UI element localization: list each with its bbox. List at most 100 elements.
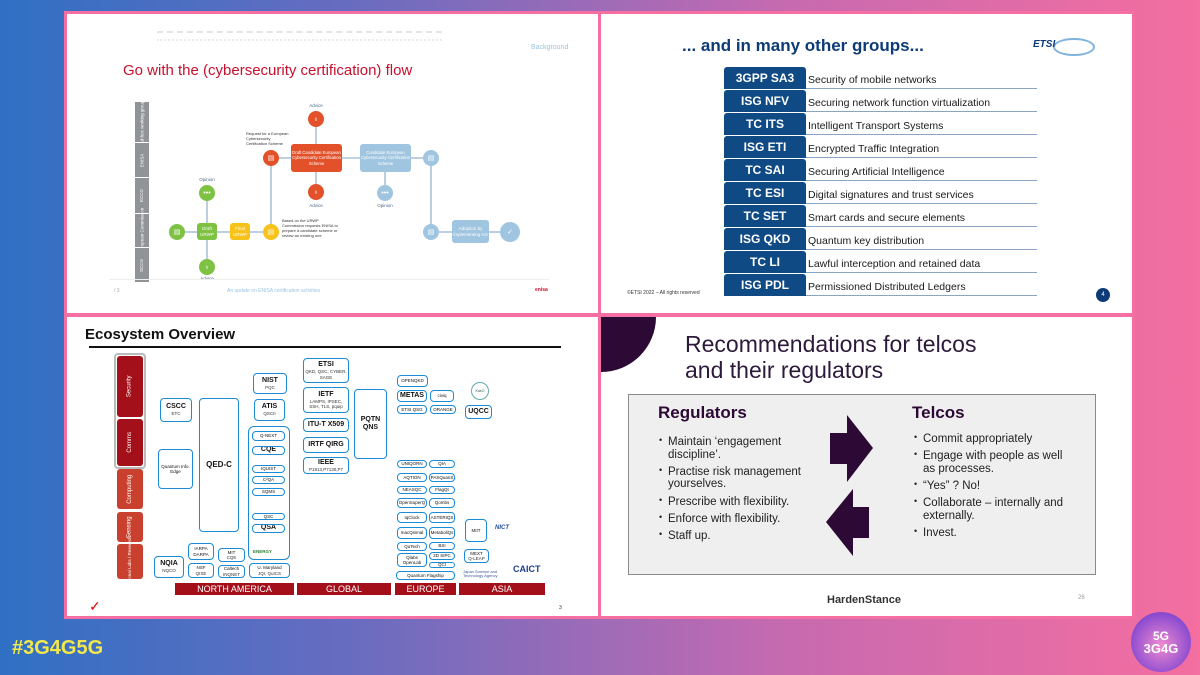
lightbulb-icon: ♁ bbox=[308, 184, 324, 200]
list-item: Maintain ‘engagement discipline’. bbox=[659, 436, 819, 461]
3g4g-logo: 5G 3G4G bbox=[1131, 612, 1191, 672]
org-name: QSC bbox=[263, 513, 274, 519]
org-subgroups: QSCII bbox=[263, 411, 276, 417]
group-description: Securing network function virtualization bbox=[808, 97, 991, 109]
page-number: 26 bbox=[1078, 595, 1085, 601]
org-name: MetaboliQs bbox=[430, 530, 454, 536]
group-code: ISG QKD bbox=[724, 228, 806, 250]
org-subgroups: QISE bbox=[195, 570, 207, 576]
group-description: Intelligent Transport Systems bbox=[808, 120, 944, 132]
org-box-uniqorn: UNIQORN bbox=[397, 460, 427, 468]
advice-label: Advice bbox=[309, 103, 323, 108]
org-box-etsiqsg: ETSI QSG bbox=[397, 405, 427, 414]
request-text: Request for a European Cybersecurity Cer… bbox=[246, 131, 289, 146]
org-box-qia: QIA bbox=[429, 460, 455, 468]
lightbulb-icon: ♁ bbox=[199, 259, 215, 275]
vodafone-check-logo: ✓ bbox=[89, 598, 101, 614]
org-name: ETSI bbox=[318, 361, 334, 369]
org-subgroups: JQI, QuICS bbox=[257, 570, 281, 576]
speech-bubble-icon: ••• bbox=[199, 185, 215, 201]
org-box-cscc: CSCC ETC bbox=[160, 398, 192, 422]
org-box-nsf: NSF QISE bbox=[188, 563, 214, 578]
group-code: 3GPP SA3 bbox=[724, 67, 806, 89]
org-name: ORANGE bbox=[433, 406, 453, 412]
org-name: METAS bbox=[400, 391, 424, 399]
document-icon: ▤ bbox=[263, 224, 279, 240]
brand-top: 5G bbox=[1152, 628, 1169, 643]
org-box-qutech: QuTech bbox=[397, 542, 427, 551]
org-name: Quantum Info. Edge bbox=[161, 463, 190, 474]
org-name: UNIQORN bbox=[401, 461, 423, 467]
list-item: Commit appropriately bbox=[914, 433, 1064, 446]
energy-logo: ENERGY bbox=[253, 549, 273, 554]
org-name: macQsimal bbox=[400, 530, 424, 536]
hashtag: #3G4G5G bbox=[12, 637, 104, 659]
group-code: TC LI bbox=[724, 251, 806, 273]
org-subgroups: CQE bbox=[226, 555, 237, 560]
org-box-openlab: Qlabs OpenLab bbox=[397, 553, 427, 567]
enisa-logo: enisa bbox=[535, 287, 548, 293]
corner-decoration bbox=[601, 317, 656, 372]
org-box-iarpa: IARPA DARPA bbox=[188, 543, 214, 560]
org-name: PASQuanS bbox=[430, 474, 454, 480]
org-name: QED-C bbox=[206, 460, 232, 470]
org-name: Quantum Flagship bbox=[407, 572, 444, 578]
org-box-sipc: 2D SIPC bbox=[429, 552, 455, 560]
org-name: UQCC bbox=[468, 407, 489, 415]
exchange-arrows-icon bbox=[826, 415, 873, 556]
org-box-atis: ATIS QSCII bbox=[254, 399, 285, 421]
footer-text: An update on ENISA certification activit… bbox=[227, 288, 321, 294]
org-name: QCI bbox=[437, 562, 446, 568]
org-name: 2D SIPC bbox=[433, 553, 451, 559]
org-name: IRTF QIRG bbox=[308, 440, 344, 448]
telcos-list: Commit appropriately Engage with people … bbox=[914, 433, 1064, 544]
list-item: Invest. bbox=[914, 527, 1064, 540]
org-box-nqia: NQIA NQCO bbox=[154, 556, 184, 578]
left-arrow-icon bbox=[826, 489, 869, 556]
category-comms: Comms bbox=[117, 419, 143, 466]
region-asia: ASIA bbox=[459, 583, 545, 595]
org-box-orange: ORANGE bbox=[430, 405, 456, 414]
regulators-heading: Regulators bbox=[658, 403, 747, 422]
title-rule bbox=[89, 346, 561, 348]
group-description: Encrypted Traffic Integration bbox=[808, 143, 940, 155]
regulators-list: Maintain ‘engagement discipline’. Practi… bbox=[659, 436, 819, 547]
advice-label: Advice bbox=[309, 203, 323, 208]
org-subgroups: NQCO bbox=[162, 568, 176, 574]
group-row: ISG PDL Permissioned Distributed Ledgers bbox=[724, 274, 1037, 296]
org-box-iqclock: IqClock bbox=[397, 512, 427, 523]
group-description: Quantum key distribution bbox=[808, 235, 925, 247]
org-name: NEASQC bbox=[402, 487, 422, 493]
org-box-civiq: civiq bbox=[430, 390, 454, 402]
draft-candidate-box: Draft Candidate European Cybersecurity C… bbox=[291, 144, 342, 172]
org-name: civiq bbox=[437, 393, 447, 399]
group-description: Permissioned Distributed Ledgers bbox=[808, 281, 966, 293]
brand-bottom: 3G4G bbox=[1143, 640, 1179, 656]
org-name: FlagQt bbox=[435, 487, 449, 493]
org-box-cqe: CQE bbox=[252, 446, 285, 455]
group-description: Digital signatures and trust services bbox=[808, 189, 974, 201]
final-urwp-box: Final URWP bbox=[230, 223, 250, 240]
copyright: ©ETSI 2022 – All rights reserved bbox=[627, 290, 700, 296]
org-name: ATIS bbox=[261, 403, 278, 411]
org-box-qci: QCI bbox=[429, 562, 455, 568]
nict-logo: NICT bbox=[495, 525, 509, 531]
org-box-aqtion: AQTION bbox=[397, 473, 427, 482]
org-box-miit: MIIT bbox=[465, 519, 487, 542]
org-name: IqClock bbox=[404, 514, 420, 520]
org-name: QIA bbox=[438, 461, 446, 467]
org-subgroups: LAMPS, IPSEC, SSH, TLS, pquip bbox=[309, 398, 343, 410]
org-box-ietf: IETF LAMPS, IPSEC, SSH, TLS, pquip bbox=[303, 387, 349, 413]
org-box-caltech: Caltech INQNET bbox=[218, 565, 245, 578]
slide-title: ... and in many other groups... bbox=[682, 36, 924, 55]
etsi-logo-ring bbox=[1053, 38, 1095, 56]
group-description: Lawful interception and retained data bbox=[808, 258, 981, 270]
org-box-neasqc: NEASQC bbox=[397, 486, 427, 494]
org-subgroups: PQC bbox=[265, 384, 275, 390]
org-box-etsi: ETSI QKD, QSC, CYBER, SAGE bbox=[303, 358, 349, 383]
group-code: TC SAI bbox=[724, 159, 806, 181]
group-row: ISG NFV Securing network function virtual… bbox=[724, 90, 1037, 112]
org-name: OPENQKD bbox=[401, 378, 424, 384]
org-name: CSCC bbox=[166, 403, 186, 411]
telcos-heading: Telcos bbox=[912, 403, 965, 422]
